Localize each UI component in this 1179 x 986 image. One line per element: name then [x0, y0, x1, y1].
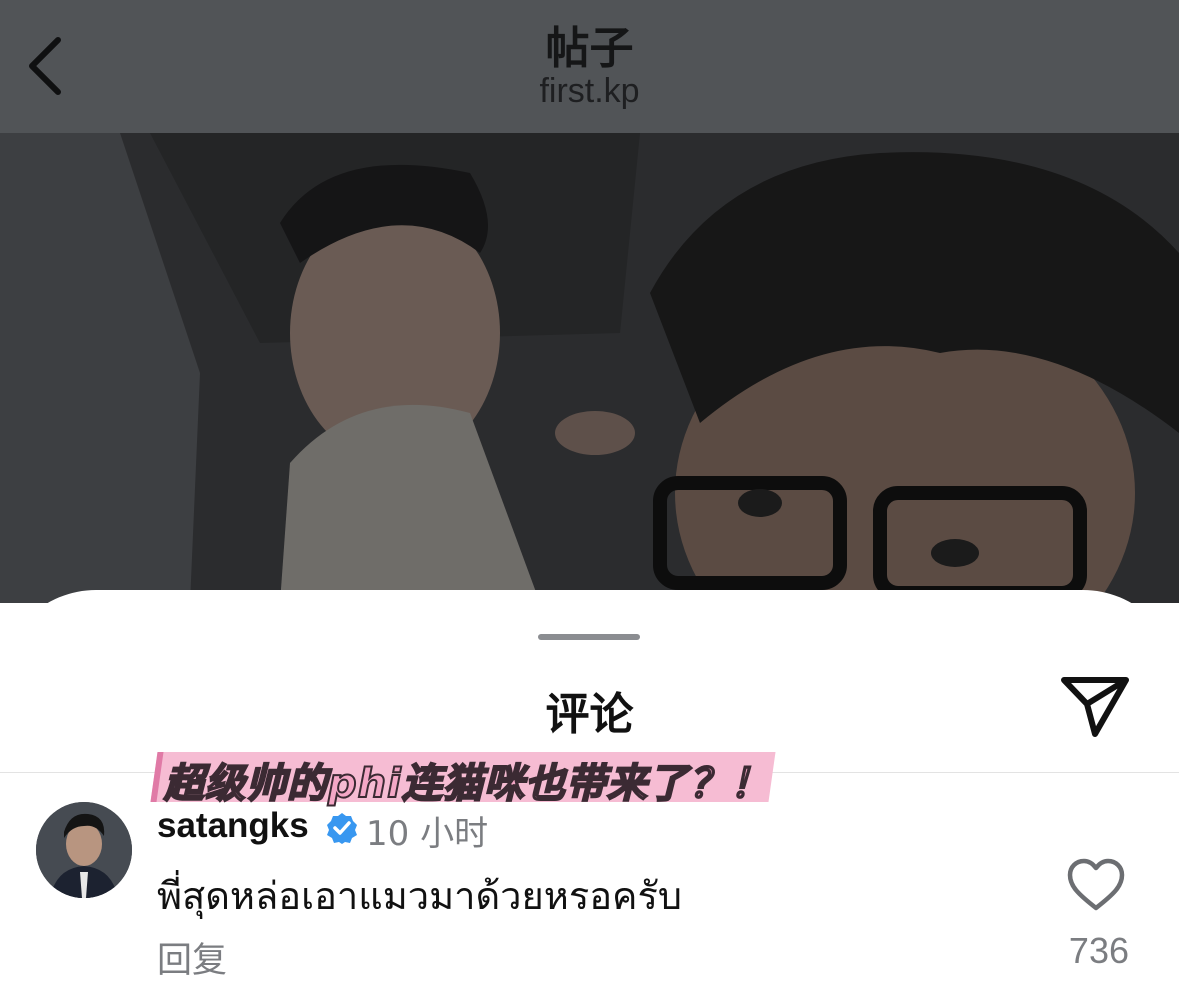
avatar[interactable] [36, 802, 132, 898]
heart-outline-icon [1067, 858, 1125, 911]
caption-sticker-text: 超级帅的phi连猫咪也带来了？！ [163, 760, 771, 808]
like-button[interactable] [1066, 858, 1126, 912]
sheet-grabber[interactable] [538, 634, 640, 640]
like-count: 736 [1068, 930, 1129, 971]
comment-time: 10 小时 [366, 814, 489, 854]
comment-username[interactable]: satangks [157, 806, 309, 846]
verified-badge-icon [327, 813, 357, 844]
share-button[interactable] [1058, 674, 1132, 740]
comment-text: พี่สุดหล่อเอาแมวมาด้วยหรอครับ [157, 874, 683, 918]
paper-plane-icon [1061, 677, 1129, 737]
app-header: 帖子 first.kp [0, 0, 1179, 133]
page-subtitle: first.kp [539, 72, 640, 110]
page-title: 帖子 [545, 23, 634, 74]
post-photo [0, 133, 1179, 603]
reply-button[interactable]: 回复 [157, 932, 227, 983]
sheet-title: 评论 [545, 689, 634, 740]
